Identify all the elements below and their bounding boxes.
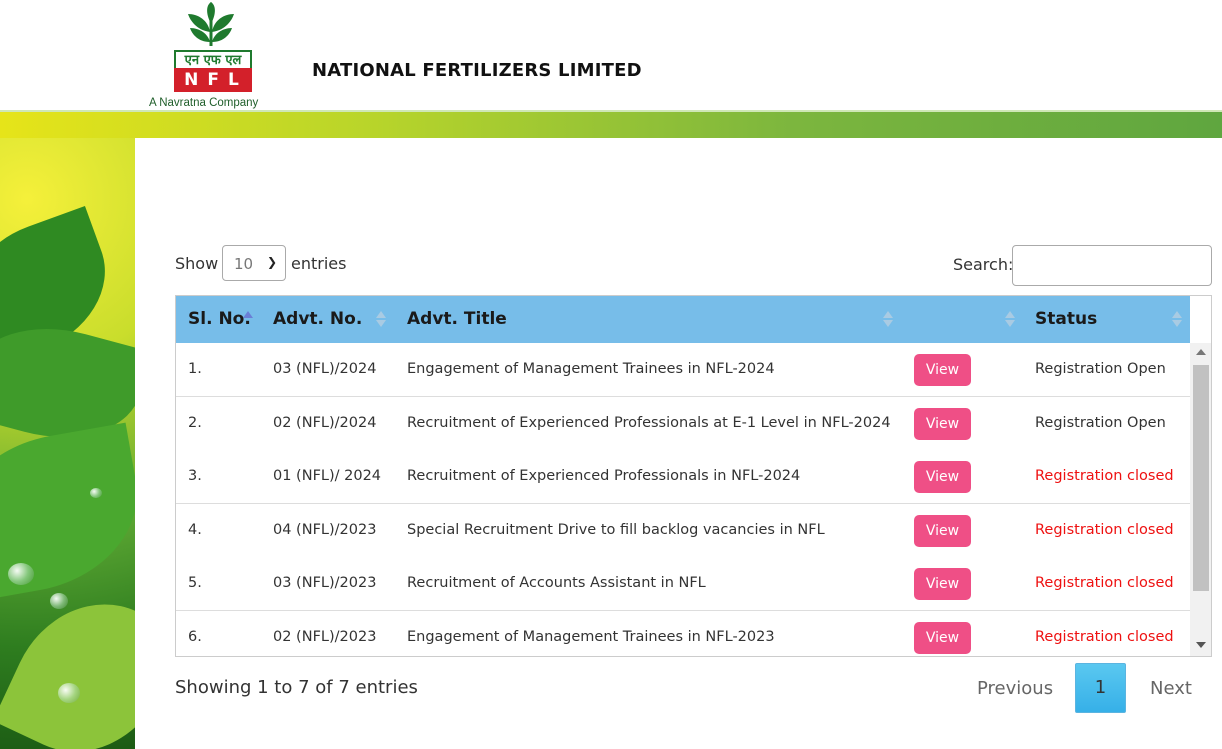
cell-advt-no: 04 (NFL)/2023 bbox=[273, 522, 377, 538]
col-status-label: Status bbox=[1035, 309, 1098, 329]
show-label: Show bbox=[175, 254, 219, 273]
cell-status: Registration Open bbox=[1035, 361, 1166, 377]
cell-sl-no: 2. bbox=[188, 415, 202, 431]
chevron-down-icon: ❯ bbox=[266, 255, 277, 269]
pagination-page-1[interactable]: 1 bbox=[1075, 663, 1126, 713]
logo-nfl-text: NFL bbox=[174, 68, 252, 92]
table-row: 6. 02 (NFL)/2023 Engagement of Managemen… bbox=[176, 611, 1190, 656]
col-sl-no[interactable]: Sl. No. bbox=[188, 296, 251, 343]
pagination-next[interactable]: Next bbox=[1150, 678, 1192, 699]
entries-per-page-select[interactable]: 10 ❯ bbox=[222, 245, 286, 281]
table-row: 5. 03 (NFL)/2023 Recruitment of Accounts… bbox=[176, 557, 1190, 611]
search-label: Search: bbox=[953, 255, 1014, 274]
scroll-up-icon[interactable] bbox=[1196, 349, 1206, 355]
col-advt-title[interactable]: Advt. Title bbox=[407, 296, 507, 343]
cell-advt-no: 01 (NFL)/ 2024 bbox=[273, 468, 382, 484]
entries-label: entries bbox=[291, 254, 347, 273]
sort-icon[interactable] bbox=[376, 309, 386, 329]
header-scroll-spacer bbox=[1190, 296, 1211, 343]
site-title: NATIONAL FERTILIZERS LIMITED bbox=[312, 60, 642, 81]
view-button[interactable]: View bbox=[914, 408, 971, 440]
sort-icon[interactable] bbox=[883, 309, 893, 329]
table-row: 3. 01 (NFL)/ 2024 Recruitment of Experie… bbox=[176, 450, 1190, 504]
cell-advt-title: Engagement of Management Trainees in NFL… bbox=[407, 629, 775, 645]
cell-sl-no: 1. bbox=[188, 361, 202, 377]
cell-sl-no: 4. bbox=[188, 522, 202, 538]
table-info: Showing 1 to 7 of 7 entries bbox=[175, 677, 418, 698]
col-advt-no[interactable]: Advt. No. bbox=[273, 296, 362, 343]
table-header-row: Sl. No. Advt. No. Advt. Title Status bbox=[176, 296, 1190, 343]
view-button[interactable]: View bbox=[914, 461, 971, 493]
col-sl-no-label: Sl. No. bbox=[188, 309, 251, 329]
sort-asc-icon[interactable] bbox=[243, 309, 253, 329]
nfl-logo[interactable]: एन एफ एल NFL A Navratna Company bbox=[146, 2, 278, 110]
cell-advt-no: 02 (NFL)/2023 bbox=[273, 629, 377, 645]
table-scrollbar[interactable] bbox=[1190, 343, 1211, 656]
site-header: एन एफ एल NFL A Navratna Company NATIONAL… bbox=[0, 0, 1222, 112]
logo-tagline: A Navratna Company bbox=[149, 97, 259, 109]
col-advt-title-label: Advt. Title bbox=[407, 309, 507, 329]
cell-status: Registration closed bbox=[1035, 575, 1174, 591]
cell-sl-no: 3. bbox=[188, 468, 202, 484]
search-input[interactable] bbox=[1012, 245, 1212, 286]
view-button[interactable]: View bbox=[914, 354, 971, 386]
advertisements-table: Sl. No. Advt. No. Advt. Title Status 1. … bbox=[175, 295, 1212, 657]
cell-status: Registration closed bbox=[1035, 468, 1174, 484]
scroll-down-icon[interactable] bbox=[1196, 642, 1206, 648]
cell-status: Registration closed bbox=[1035, 629, 1174, 645]
page-size-value: 10 bbox=[234, 255, 254, 273]
plant-logo-icon bbox=[188, 2, 234, 46]
table-row: 1. 03 (NFL)/2024 Engagement of Managemen… bbox=[176, 343, 1190, 397]
leaf-background-image bbox=[0, 138, 135, 749]
sort-icon[interactable] bbox=[1172, 309, 1182, 329]
green-banner bbox=[0, 112, 1222, 138]
cell-status: Registration closed bbox=[1035, 522, 1174, 538]
scrollbar-thumb[interactable] bbox=[1193, 365, 1209, 591]
table-row: 4. 04 (NFL)/2023 Special Recruitment Dri… bbox=[176, 504, 1190, 558]
view-button[interactable]: View bbox=[914, 568, 971, 600]
cell-advt-title: Recruitment of Accounts Assistant in NFL bbox=[407, 575, 706, 591]
sort-icon[interactable] bbox=[1005, 309, 1015, 329]
logo-hindi-text: एन एफ एल bbox=[174, 50, 252, 68]
cell-advt-title: Special Recruitment Drive to fill backlo… bbox=[407, 522, 825, 538]
cell-advt-title: Recruitment of Experienced Professionals… bbox=[407, 468, 801, 484]
table-body: 1. 03 (NFL)/2024 Engagement of Managemen… bbox=[176, 343, 1190, 656]
cell-advt-title: Engagement of Management Trainees in NFL… bbox=[407, 361, 775, 377]
cell-advt-title: Recruitment of Experienced Professionals… bbox=[407, 415, 891, 431]
cell-sl-no: 6. bbox=[188, 629, 202, 645]
pagination-previous[interactable]: Previous bbox=[977, 678, 1053, 699]
cell-status: Registration Open bbox=[1035, 415, 1166, 431]
cell-sl-no: 5. bbox=[188, 575, 202, 591]
view-button[interactable]: View bbox=[914, 622, 971, 654]
table-row: 2. 02 (NFL)/2024 Recruitment of Experien… bbox=[176, 397, 1190, 451]
col-advt-no-label: Advt. No. bbox=[273, 309, 363, 329]
col-status[interactable]: Status bbox=[1035, 296, 1097, 343]
cell-advt-no: 03 (NFL)/2024 bbox=[273, 361, 377, 377]
cell-advt-no: 03 (NFL)/2023 bbox=[273, 575, 377, 591]
cell-advt-no: 02 (NFL)/2024 bbox=[273, 415, 377, 431]
view-button[interactable]: View bbox=[914, 515, 971, 547]
